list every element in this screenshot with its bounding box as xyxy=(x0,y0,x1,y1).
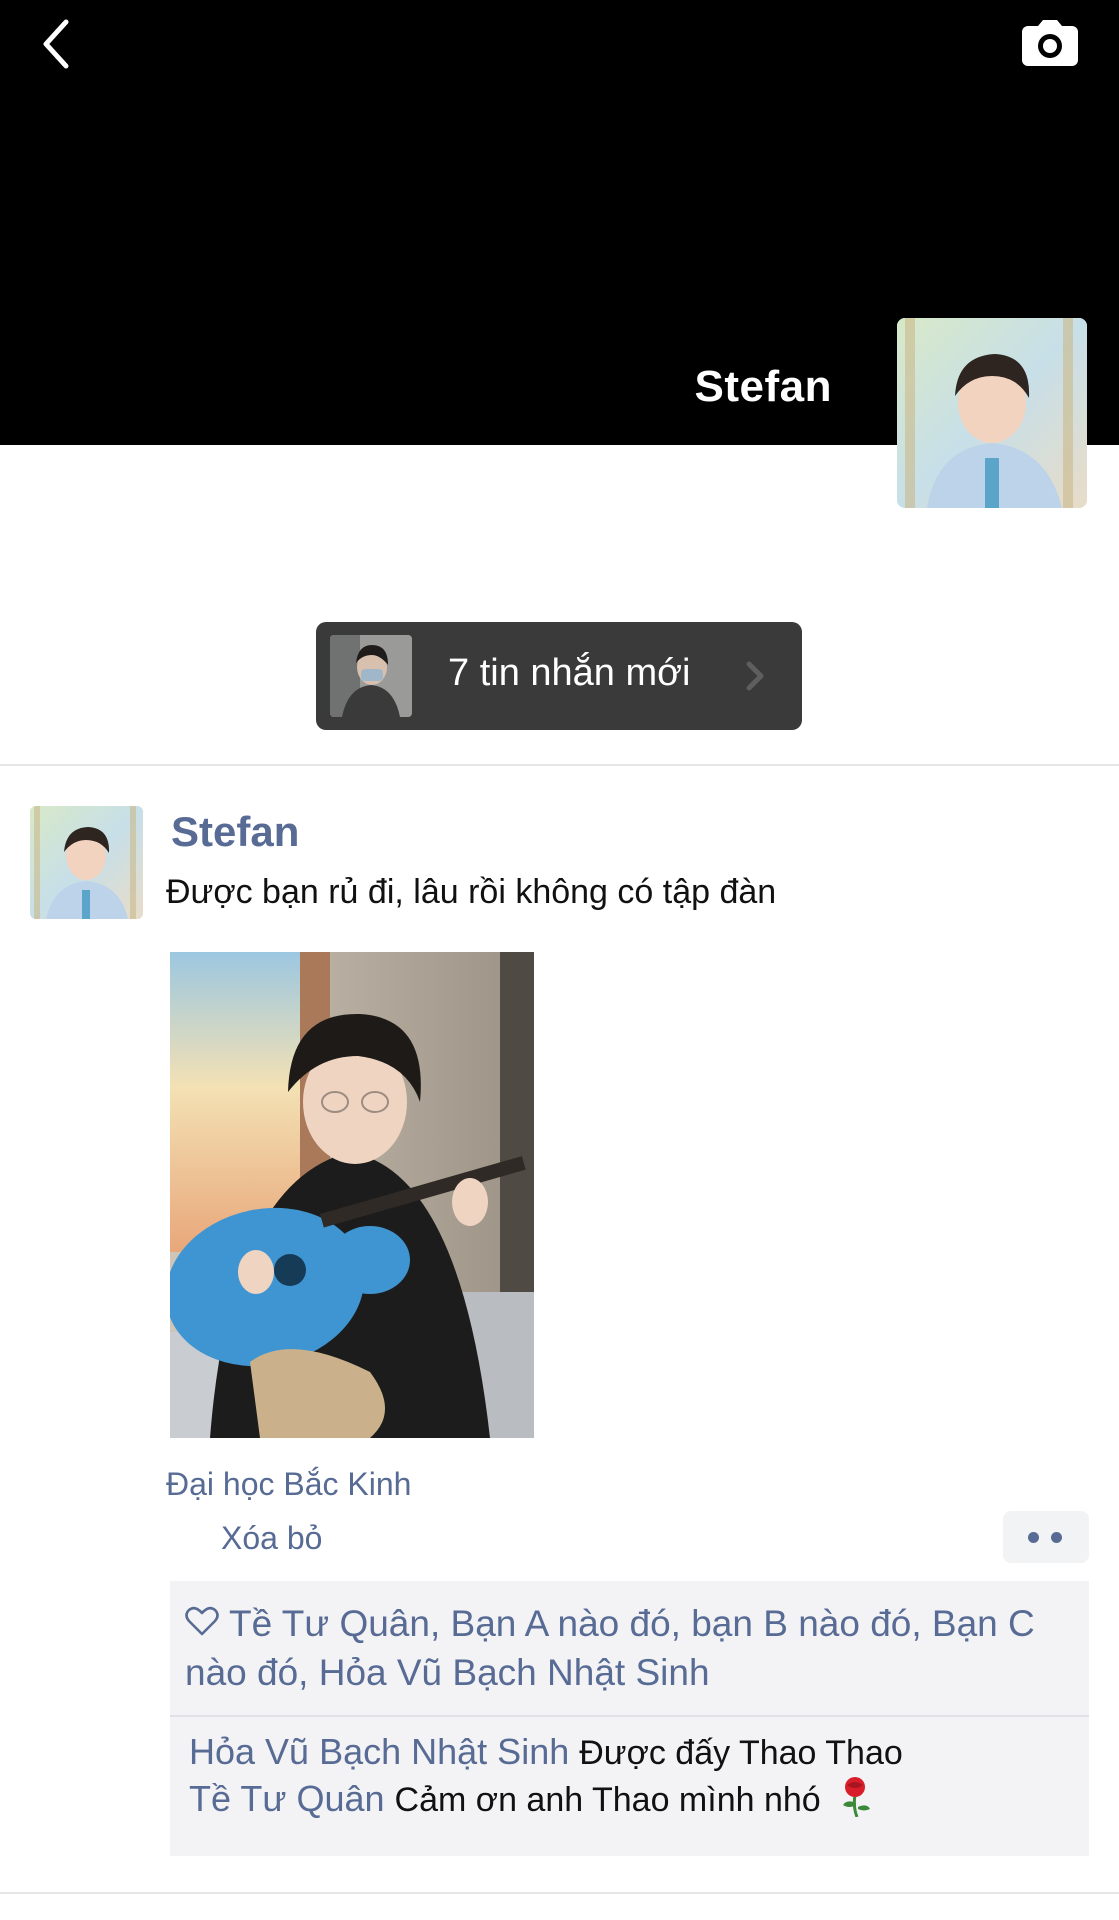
delete-post-button[interactable]: Xóa bỏ xyxy=(221,1520,322,1557)
post-more-button[interactable] xyxy=(1003,1511,1089,1563)
new-message-sender-avatar xyxy=(330,635,412,717)
likes-comments-panel: Tề Tư Quân, Bạn A nào đó, bạn B nào đó, … xyxy=(170,1581,1089,1856)
section-divider xyxy=(0,764,1119,766)
more-dots-icon xyxy=(1051,1532,1062,1543)
comment-author[interactable]: Hỏa Vũ Bạch Nhật Sinh xyxy=(189,1731,569,1772)
likes-list: Tề Tư Quân, Bạn A nào đó, bạn B nào đó, … xyxy=(185,1599,1085,1697)
post-location[interactable]: Đại học Bắc Kinh xyxy=(166,1466,411,1503)
comment-item[interactable]: Tề Tư Quân Cảm ơn anh Thao mình nhó xyxy=(189,1777,873,1826)
camera-icon xyxy=(1022,20,1078,66)
likes-names[interactable]: Tề Tư Quân, Bạn A nào đó, bạn B nào đó, … xyxy=(185,1603,1035,1693)
post-photo-image xyxy=(170,952,534,1438)
new-messages-banner[interactable]: 7 tin nhắn mới xyxy=(316,622,802,730)
post-author-name[interactable]: Stefan xyxy=(171,808,299,856)
new-messages-label: 7 tin nhắn mới xyxy=(448,652,691,694)
rose-emoji-icon xyxy=(839,1777,873,1826)
post-photo[interactable] xyxy=(170,952,534,1438)
post-text: Được bạn rủ đi, lâu rồi không có tập đàn xyxy=(166,873,777,911)
camera-button[interactable] xyxy=(1018,18,1082,72)
comment-text: Cảm ơn anh Thao mình nhó xyxy=(394,1781,821,1820)
comment-author[interactable]: Tề Tư Quân xyxy=(189,1778,385,1819)
likes-comments-divider xyxy=(170,1715,1089,1717)
profile-avatar-image xyxy=(897,318,1087,508)
more-dots-icon xyxy=(1028,1532,1039,1543)
back-button[interactable] xyxy=(36,16,84,76)
post-author-avatar[interactable] xyxy=(30,806,143,919)
profile-name: Stefan xyxy=(694,362,832,411)
back-chevron-icon xyxy=(43,19,69,69)
post-divider xyxy=(0,1892,1119,1894)
comment-text: Được đấy Thao Thao xyxy=(579,1734,903,1772)
heart-outline-icon xyxy=(185,1599,219,1648)
profile-avatar[interactable] xyxy=(897,318,1087,508)
chevron-right-icon xyxy=(746,661,764,691)
comment-item[interactable]: Hỏa Vũ Bạch Nhật Sinh Được đấy Thao Thao xyxy=(189,1731,903,1773)
